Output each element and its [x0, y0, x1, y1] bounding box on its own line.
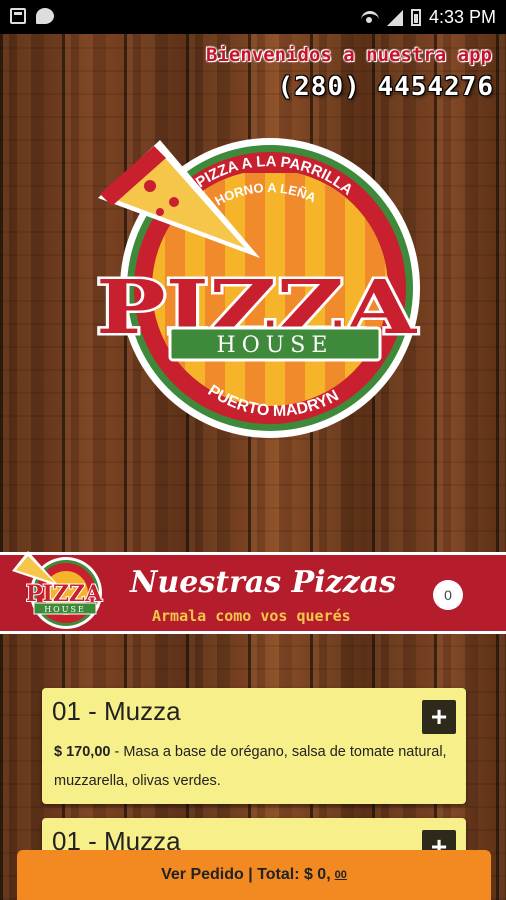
add-product-button[interactable]: + [422, 700, 456, 734]
wifi-icon [360, 10, 379, 25]
view-order-button[interactable]: Ver Pedido | Total: $ 0, 00 [17, 850, 491, 900]
status-bar: 4:33 PM [0, 0, 506, 34]
banner-logo: PIZZA HOUSE [12, 551, 104, 629]
svg-text:HOUSE: HOUSE [44, 605, 86, 614]
product-title: 01 - Muzza [52, 696, 181, 726]
svg-text:HOUSE: HOUSE [217, 333, 334, 358]
phone-number[interactable]: (280) 4454276 [278, 72, 495, 102]
order-total-label: Ver Pedido | Total: $ 0, [161, 866, 331, 883]
banner-title: Nuestras Pizzas [130, 565, 397, 600]
battery-icon [410, 9, 421, 26]
product-description: $ 170,00 - Masa a base de orégano, salsa… [54, 738, 458, 796]
screenshot-icon [10, 8, 26, 24]
menu-banner: PIZZA HOUSE Nuestras Pizzas Armala como … [0, 551, 506, 634]
chat-notification-icon [36, 8, 54, 24]
status-time: 4:33 PM [428, 7, 496, 27]
cart-count-badge[interactable]: 0 [433, 580, 463, 610]
product-card[interactable]: 01 - Muzza + $ 170,00 - Masa a base de o… [42, 688, 466, 804]
welcome-text: Bienvenidos a nuestra app [206, 44, 492, 66]
product-description-text: - Masa a base de orégano, salsa de tomat… [54, 744, 447, 789]
product-price: $ 170,00 [54, 744, 111, 760]
order-total-cents: 00 [334, 869, 347, 881]
signal-icon [386, 9, 403, 26]
banner-subtitle: Armala como vos querés [152, 607, 351, 625]
pizza-house-logo: PIZZA A LA PARRILLA HORNO A LEÑA PIZZA H… [90, 128, 430, 438]
